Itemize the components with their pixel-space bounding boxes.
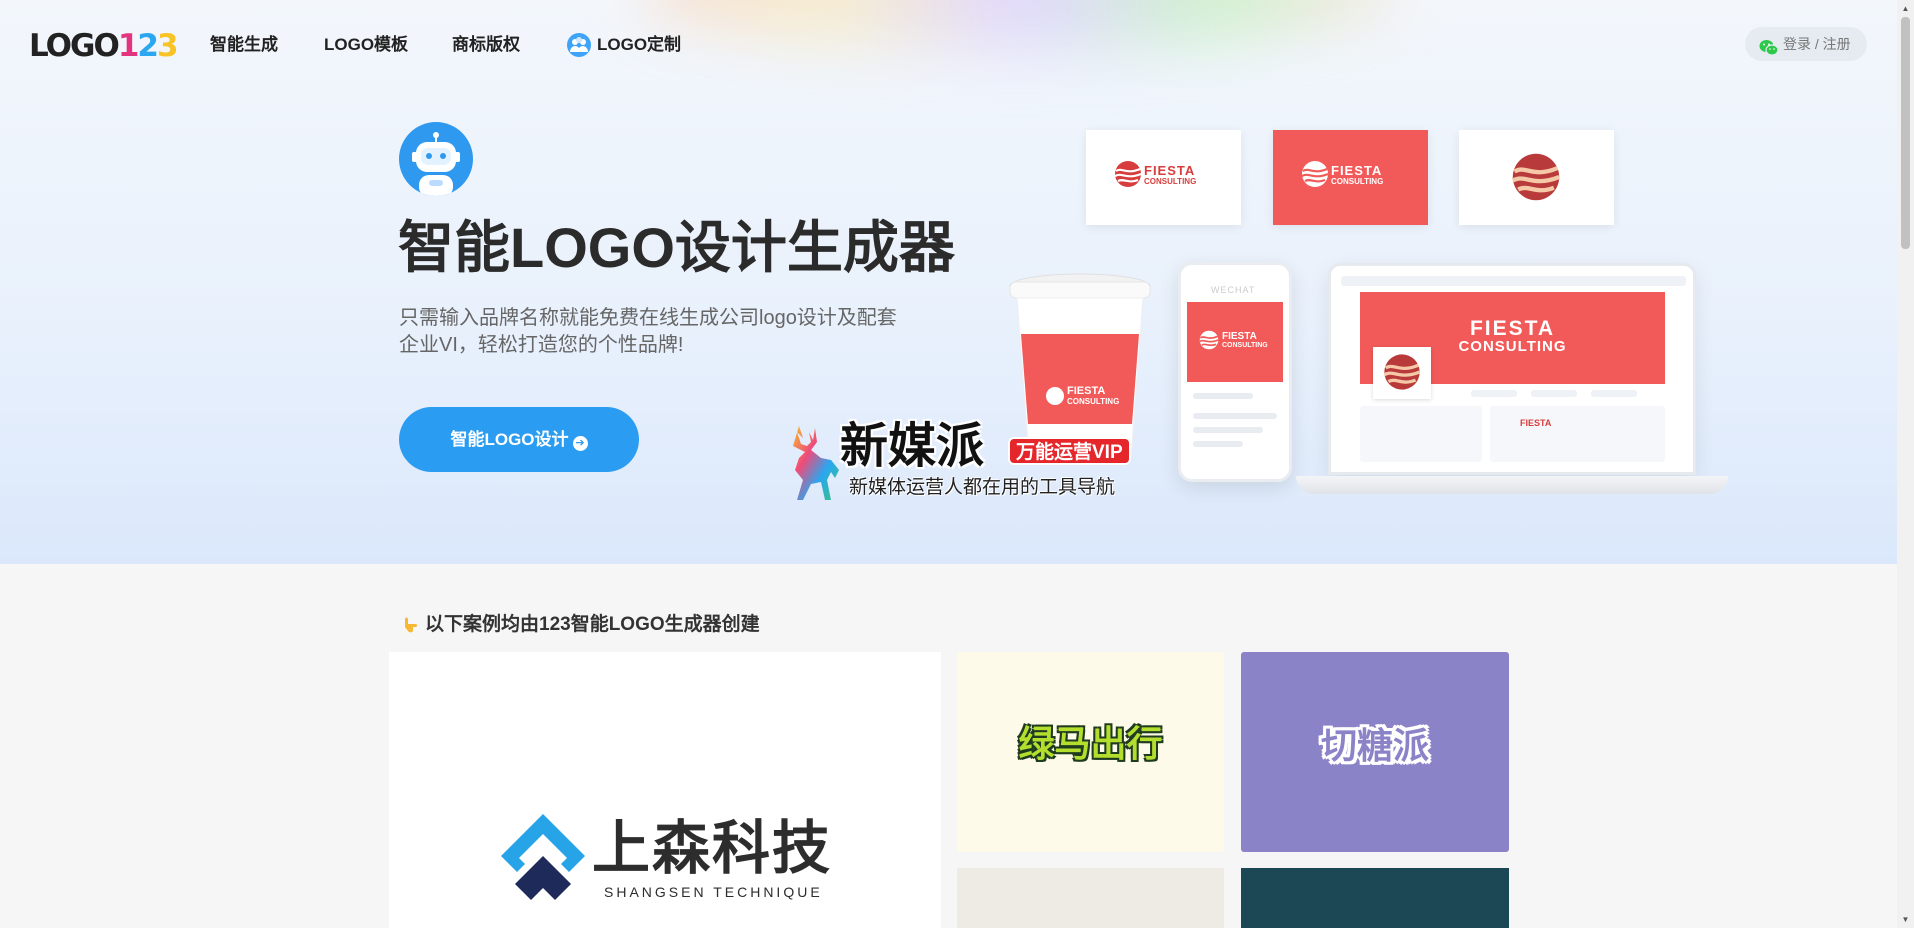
svg-text:CONSULTING: CONSULTING [1067,397,1119,406]
placeholder-block: FIESTA [1490,406,1665,462]
wechat-icon [1759,35,1779,69]
placeholder-line [1193,441,1243,447]
nav-item-smart-generate[interactable]: 智能生成 [210,34,278,56]
logo-digit: 2 [137,28,159,64]
case-brand-english: SHANGSEN TECHNIQUE [604,884,823,900]
robot-avatar [399,122,473,196]
banner-brand-name: FIESTA [1469,317,1556,340]
hero-description: 只需输入品牌名称就能免费在线生成公司logo设计及配套企业VI，轻松打造您的个性… [399,307,897,356]
mockup-logo: FIESTA CONSULTING [1114,160,1224,196]
phone-mockup: WECHAT FIESTA CONSULTING [1178,262,1292,482]
diamond-logo-icon [501,814,585,900]
ad-subtitle: 新媒体运营人都在用的工具导航 [849,477,1116,498]
scroll-down-arrow-icon[interactable]: ▼ [1897,911,1914,928]
placeholder-block [1360,406,1482,462]
wave-logo-icon [1383,354,1421,390]
placeholder-line [1531,390,1577,397]
mockup-brand-name: FIESTA [1144,163,1196,178]
laptop-avatar [1373,347,1431,399]
wave-logo-icon [1511,153,1561,201]
nav-item-logo-templates[interactable]: LOGO模板 [324,34,408,56]
mockup-card-icon [1459,130,1614,225]
case-card[interactable] [1241,868,1509,928]
case-card-lvma[interactable]: 绿马出行 [957,652,1224,852]
placeholder-line [1591,390,1637,397]
wave-logo-icon [1301,161,1329,187]
team-icon [567,33,591,57]
placeholder-line [1193,393,1253,399]
mockup-card-white: FIESTA CONSULTING [1086,130,1241,225]
ad-title[interactable]: 新媒派 [840,420,984,474]
login-label: 登录 / 注册 [1783,36,1851,52]
wave-logo-icon [1199,330,1219,350]
ad-vip-badge[interactable]: 万能运营VIP [1008,437,1131,465]
logo-digit: 1 [117,28,140,64]
mockup-brand-sub: CONSULTING [1331,177,1384,186]
case-brand-name: 切糖派 [1320,725,1429,766]
mockup-brand-name: FIESTA [1222,331,1257,342]
scroll-up-arrow-icon[interactable]: ▲ [1897,0,1914,17]
vertical-scrollbar[interactable]: ▲ ▼ [1897,0,1914,928]
mockup-card-red: FIESTA CONSULTING [1273,130,1428,225]
browser-bar [1341,276,1686,286]
case-card[interactable] [957,868,1224,928]
placeholder-line [1193,427,1263,433]
mockup-brand-sub: CONSULTING [1222,342,1268,349]
phone-header-text: WECHAT [1211,285,1256,295]
site-logo[interactable]: LOGO123 [29,28,179,64]
placeholder-line [1193,413,1277,419]
mockup-logo: FIESTA CONSULTING [1301,160,1411,196]
coffee-cup-mockup: FIESTA CONSULTING [1009,273,1151,459]
scrollbar-thumb[interactable] [1901,17,1910,249]
hero-section: LOGO123 智能生成 LOGO模板 商标版权 LOGO定制 登录 / 注册 [0,0,1897,564]
page-title: 智能LOGO设计生成器 [398,216,955,279]
case-card-shangsen[interactable]: 上森科技 SHANGSEN TECHNIQUE [389,652,941,928]
case-card-qietang[interactable]: 切糖派 [1241,652,1509,852]
logo-digit: 3 [156,28,179,64]
case-brand-name: 绿马出行 [1018,723,1163,764]
laptop-mockup: FIESTA CONSULTING FIESTA [1328,263,1696,475]
mockup-brand-sub: CONSULTING [1144,177,1197,186]
deer-logo-icon [793,426,839,500]
laptop-base [1296,476,1728,494]
section-title: 以下案例均由123智能LOGO生成器创建 [425,614,760,635]
case-brand-name: 上森科技 [592,816,833,881]
svg-text:FIESTA: FIESTA [1067,385,1105,397]
arrow-right-icon: ➔ [572,436,588,451]
placeholder-line [1471,390,1517,397]
nav-item-trademark[interactable]: 商标版权 [452,34,520,56]
smart-logo-design-button[interactable]: 智能LOGO设计 ➔ [399,407,639,472]
wave-logo-icon [1114,161,1142,187]
cta-label: 智能LOGO设计 [450,430,569,449]
phone-screen: FIESTA CONSULTING [1187,302,1283,382]
logo-text: LOGO [29,28,120,64]
mockup-brand-name: FIESTA [1331,163,1383,178]
mockup-brand-name: FIESTA [1520,418,1552,428]
top-nav: LOGO123 智能生成 LOGO模板 商标版权 LOGO定制 登录 / 注册 [0,0,1897,90]
login-register-button[interactable]: 登录 / 注册 [1745,27,1867,61]
nav-item-logo-custom[interactable]: LOGO定制 [597,34,681,56]
